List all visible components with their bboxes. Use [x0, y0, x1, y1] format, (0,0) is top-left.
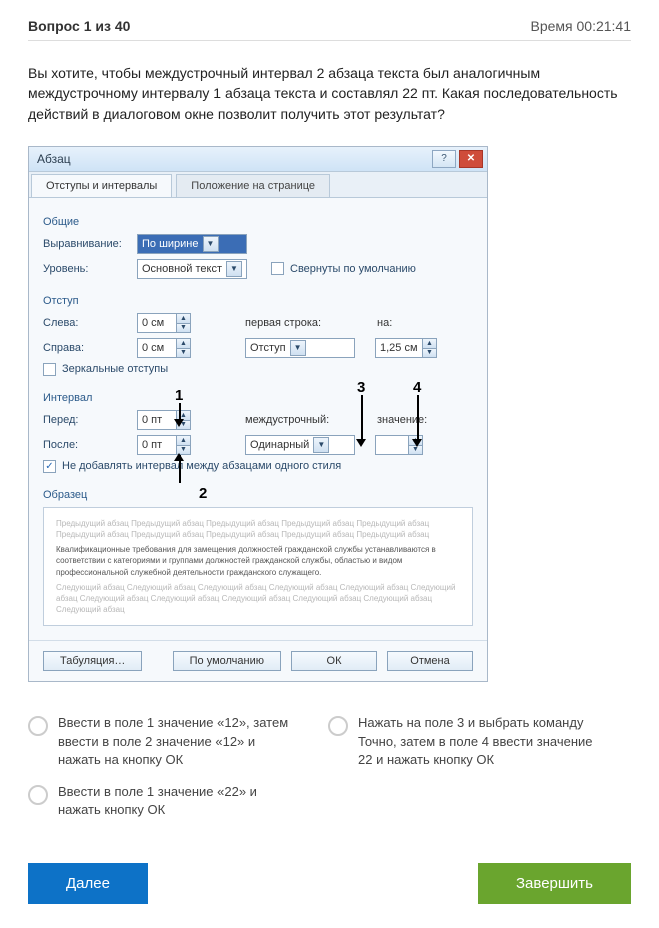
answer-text: Ввести в поле 1 значение «22» и нажать к…	[58, 783, 298, 819]
divider	[28, 40, 631, 41]
answer-option-1[interactable]: Ввести в поле 1 значение «12», затем вве…	[28, 714, 298, 769]
paragraph-dialog: Абзац ? ✕ Отступы и интервалы Положение …	[28, 146, 488, 683]
time-remaining: Время 00:21:41	[530, 18, 631, 34]
linespacing-combo[interactable]: Одинарный ▼	[245, 435, 355, 455]
preview-box: Предыдущий абзац Предыдущий абзац Предыд…	[43, 507, 473, 627]
left-indent-spinner[interactable]: 0 см ▲▼	[137, 313, 191, 333]
question-text: Вы хотите, чтобы междустрочный интервал …	[28, 63, 631, 124]
checkbox-icon	[271, 262, 284, 275]
help-icon[interactable]: ?	[432, 150, 456, 168]
label-level: Уровень:	[43, 263, 131, 275]
level-combo[interactable]: Основной текст ▼	[137, 259, 247, 279]
alignment-value: По ширине	[142, 238, 199, 250]
chevron-down-icon: ▼	[226, 261, 242, 277]
label-value: значение:	[377, 414, 427, 426]
label-left: Слева:	[43, 317, 131, 329]
linespacing-value-spinner[interactable]: ▲▼	[375, 435, 423, 455]
finish-button[interactable]: Завершить	[478, 863, 631, 904]
tab-indents-spacing[interactable]: Отступы и интервалы	[31, 174, 172, 197]
radio-icon	[28, 785, 48, 805]
mirror-checkbox[interactable]: Зеркальные отступы	[43, 363, 473, 376]
checkbox-icon	[43, 363, 56, 376]
close-icon[interactable]: ✕	[459, 150, 483, 168]
label-after: После:	[43, 439, 131, 451]
label-linespacing: междустрочный:	[245, 414, 345, 426]
label-alignment: Выравнивание:	[43, 238, 131, 250]
next-button[interactable]: Далее	[28, 863, 148, 904]
alignment-combo[interactable]: По ширине ▼	[137, 234, 247, 254]
label-before: Перед:	[43, 414, 131, 426]
firstline-combo[interactable]: Отступ ▼	[245, 338, 355, 358]
chevron-down-icon: ▼	[203, 236, 219, 252]
chevron-down-icon: ▼	[290, 340, 306, 356]
group-preview: Образец	[43, 489, 473, 501]
right-indent-spinner[interactable]: 0 см ▲▼	[137, 338, 191, 358]
answer-option-3[interactable]: Ввести в поле 1 значение «22» и нажать к…	[28, 783, 298, 819]
group-spacing: Интервал	[43, 392, 473, 404]
tabs-button[interactable]: Табуляция…	[43, 651, 142, 671]
after-spinner[interactable]: 0 пт ▲▼	[137, 435, 191, 455]
checkbox-checked-icon: ✓	[43, 460, 56, 473]
collapsed-checkbox[interactable]: Свернуты по умолчанию	[271, 262, 416, 275]
ok-button[interactable]: ОК	[291, 651, 377, 671]
answer-text: Ввести в поле 1 значение «12», затем вве…	[58, 714, 298, 769]
tab-line-breaks[interactable]: Положение на странице	[176, 174, 330, 197]
default-button[interactable]: По умолчанию	[173, 651, 281, 671]
answer-option-2[interactable]: Нажать на поле 3 и выбрать команду Точно…	[328, 714, 598, 769]
label-by: на:	[377, 317, 392, 329]
level-value: Основной текст	[142, 263, 222, 275]
label-firstline: первая строка:	[245, 317, 345, 329]
group-indent: Отступ	[43, 295, 473, 307]
dontadd-checkbox[interactable]: ✓ Не добавлять интервал между абзацами о…	[43, 460, 473, 473]
answer-text: Нажать на поле 3 и выбрать команду Точно…	[358, 714, 598, 769]
label-right: Справа:	[43, 342, 131, 354]
dialog-title: Абзац	[37, 152, 71, 166]
group-general: Общие	[43, 216, 473, 228]
radio-icon	[28, 716, 48, 736]
firstline-by-spinner[interactable]: 1,25 см ▲▼	[375, 338, 437, 358]
radio-icon	[328, 716, 348, 736]
before-spinner[interactable]: 0 пт ▲▼	[137, 410, 191, 430]
question-counter: Вопрос 1 из 40	[28, 18, 130, 34]
chevron-down-icon: ▼	[313, 437, 329, 453]
dialog-titlebar: Абзац ? ✕	[29, 147, 487, 172]
cancel-button[interactable]: Отмена	[387, 651, 473, 671]
